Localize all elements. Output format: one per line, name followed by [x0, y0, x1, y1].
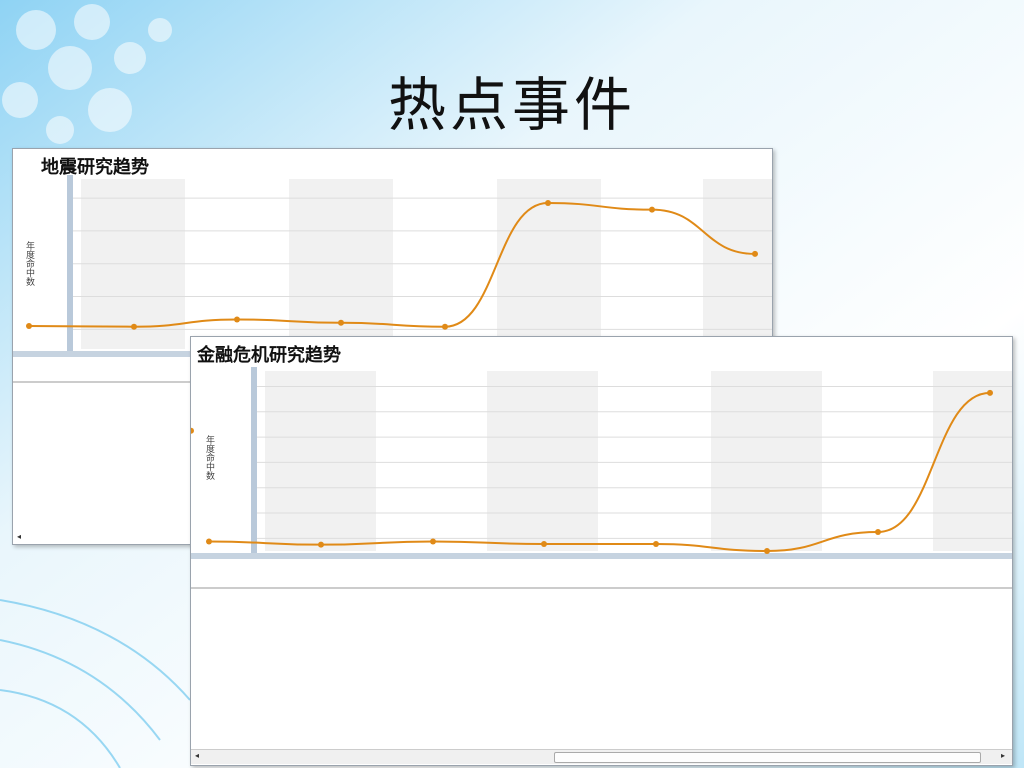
data-point: [442, 323, 448, 330]
horizontal-scrollbar[interactable]: ◂ ▸: [191, 749, 1012, 764]
data-point: [653, 541, 659, 548]
data-point: [338, 319, 344, 326]
scrollbar-thumb[interactable]: [554, 752, 981, 763]
data-point: [191, 427, 194, 434]
chart-title: 地震研究趋势: [41, 157, 149, 178]
scroll-right-arrow[interactable]: ▸: [1001, 751, 1005, 760]
data-point: [430, 538, 436, 545]
data-point: [206, 538, 212, 545]
y-axis: [67, 175, 73, 355]
financial-crisis-trend-chart: [191, 367, 1012, 589]
data-point: [318, 541, 324, 548]
y-axis: [251, 367, 257, 557]
data-point: [26, 323, 32, 330]
slide-title: 热点事件: [387, 71, 636, 139]
y-axis-label: 年度命中数: [24, 241, 34, 286]
data-point: [541, 541, 547, 548]
data-point: [987, 389, 993, 396]
column-band: [265, 371, 376, 551]
data-point: [234, 316, 240, 323]
column-band: [711, 371, 822, 551]
data-point: [764, 548, 770, 554]
data-point: [752, 250, 758, 257]
scroll-left-arrow[interactable]: ◂: [17, 532, 21, 541]
x-axis: [191, 553, 1012, 559]
data-point: [649, 206, 655, 213]
scroll-left-arrow[interactable]: ◂: [195, 751, 199, 760]
data-point: [875, 529, 881, 536]
y-axis-label: 年度命中数: [204, 435, 214, 480]
data-point: [545, 200, 551, 207]
chart-title: 金融危机研究趋势: [197, 345, 341, 366]
column-band: [487, 371, 598, 551]
financial-crisis-trend-panel: 金融危机研究趋势 年度命中数 ◂ ▸: [190, 336, 1013, 766]
data-point: [131, 323, 137, 330]
